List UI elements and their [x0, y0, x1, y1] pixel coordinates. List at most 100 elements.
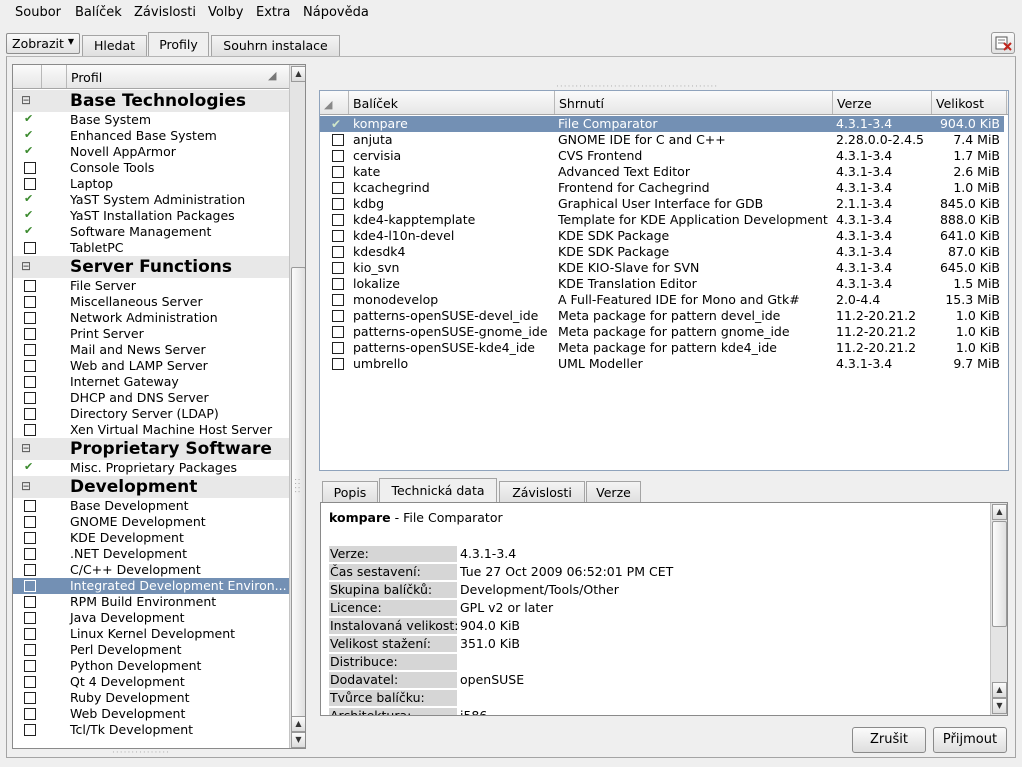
package-row[interactable]: monodevelop A Full-Featured IDE for Mono … — [320, 292, 1004, 308]
pattern-row[interactable]: Print Server — [13, 326, 289, 342]
pattern-checkbox[interactable] — [24, 628, 36, 640]
menu-balicek[interactable]: Balíček — [75, 5, 122, 20]
pattern-row[interactable]: File Server — [13, 278, 289, 294]
package-checkbox[interactable] — [332, 134, 344, 146]
installed-check-icon[interactable]: ✔ — [24, 128, 37, 142]
package-checkbox[interactable] — [332, 246, 344, 258]
pattern-row[interactable]: ✔ Base System — [13, 112, 289, 128]
pattern-row[interactable]: ✔ YaST System Administration — [13, 192, 289, 208]
pattern-checkbox[interactable] — [24, 376, 36, 388]
pattern-checkbox[interactable] — [24, 676, 36, 688]
package-checkbox[interactable] — [332, 198, 344, 210]
pattern-checkbox[interactable] — [24, 360, 36, 372]
pattern-row[interactable]: ✔ Novell AppArmor — [13, 144, 289, 160]
pattern-row[interactable]: Qt 4 Development — [13, 674, 289, 690]
package-checkbox[interactable] — [332, 310, 344, 322]
pattern-checkbox[interactable] — [24, 692, 36, 704]
pattern-checkbox[interactable] — [24, 162, 36, 174]
pattern-row[interactable]: GNOME Development — [13, 514, 289, 530]
pattern-row[interactable]: Perl Development — [13, 642, 289, 658]
pattern-checkbox[interactable] — [24, 242, 36, 254]
pattern-row[interactable]: Miscellaneous Server — [13, 294, 289, 310]
collapse-icon[interactable]: ⊟ — [21, 441, 31, 455]
pattern-row[interactable]: Ruby Development — [13, 690, 289, 706]
pattern-checkbox[interactable] — [24, 580, 36, 592]
cancel-button[interactable]: Zrušit — [852, 727, 926, 753]
package-row[interactable]: patterns-openSUSE-gnome_ide Meta package … — [320, 324, 1004, 340]
package-row[interactable]: kcachegrind Frontend for Cachegrind 4.3.1-… — [320, 180, 1004, 196]
tab-versions[interactable]: Verze — [586, 481, 641, 502]
tab-search[interactable]: Hledat — [82, 35, 147, 56]
pattern-checkbox[interactable] — [24, 708, 36, 720]
pattern-list-scrollbar[interactable]: ▲ ▲ ▼ — [289, 65, 305, 748]
pattern-row[interactable]: Mail and News Server — [13, 342, 289, 358]
pattern-row[interactable]: Network Administration — [13, 310, 289, 326]
scroll-up-icon[interactable]: ▲ — [992, 504, 1007, 520]
pattern-row[interactable]: Laptop — [13, 176, 289, 192]
package-checkbox[interactable] — [332, 150, 344, 162]
close-tab-button[interactable] — [991, 32, 1015, 54]
pattern-checkbox[interactable] — [24, 312, 36, 324]
pattern-checkbox[interactable] — [24, 344, 36, 356]
installed-check-icon[interactable]: ✔ — [24, 224, 37, 238]
installed-check-icon[interactable]: ✔ — [24, 192, 37, 206]
header-summary-column[interactable]: Shrnutí — [555, 91, 833, 114]
installed-check-icon[interactable]: ✔ — [331, 116, 341, 132]
splitter-grip[interactable]: :::: — [292, 478, 302, 494]
header-status-column[interactable] — [13, 65, 42, 88]
header-version-column[interactable]: Verze — [833, 91, 932, 114]
package-row[interactable]: kio_svn KDE KIO-Slave for SVN 4.3.1-3.4 645… — [320, 260, 1004, 276]
package-checkbox[interactable] — [332, 230, 344, 242]
package-checkbox[interactable] — [332, 326, 344, 338]
pattern-row[interactable]: Directory Server (LDAP) — [13, 406, 289, 422]
pattern-row[interactable]: Internet Gateway — [13, 374, 289, 390]
pattern-row[interactable]: C/C++ Development — [13, 562, 289, 578]
pattern-row[interactable]: Python Development — [13, 658, 289, 674]
pattern-row[interactable]: .NET Development — [13, 546, 289, 562]
package-checkbox[interactable] — [332, 262, 344, 274]
pattern-row[interactable]: TabletPC — [13, 240, 289, 256]
package-row[interactable]: kdbg Graphical User Interface for GDB 2.1.… — [320, 196, 1004, 212]
installed-check-icon[interactable]: ✔ — [24, 144, 37, 158]
menu-zavislosti[interactable]: Závislosti — [134, 5, 196, 20]
menu-napoveda[interactable]: Nápověda — [303, 5, 369, 20]
pattern-row[interactable]: Base Development — [13, 498, 289, 514]
package-row[interactable]: anjuta GNOME IDE for C and C++ 2.28.0.0-2.… — [320, 132, 1004, 148]
package-row[interactable]: kate Advanced Text Editor 4.3.1-3.4 2.6 MiB — [320, 164, 1004, 180]
package-row[interactable]: lokalize KDE Translation Editor 4.3.1-3.4 1… — [320, 276, 1004, 292]
package-row[interactable]: umbrello UML Modeller 4.3.1-3.4 9.7 MiB — [320, 356, 1004, 372]
tab-dependencies[interactable]: Závislosti — [499, 481, 585, 502]
pattern-checkbox[interactable] — [24, 408, 36, 420]
package-checkbox[interactable] — [332, 342, 344, 354]
header-package-column[interactable]: Balíček — [349, 91, 555, 114]
scroll-up-icon[interactable]: ▲ — [291, 66, 305, 82]
package-checkbox[interactable] — [332, 214, 344, 226]
pattern-checkbox[interactable] — [24, 724, 36, 736]
pattern-row[interactable]: Web Development — [13, 706, 289, 722]
pattern-checkbox[interactable] — [24, 612, 36, 624]
pattern-checkbox[interactable] — [24, 516, 36, 528]
package-checkbox[interactable] — [332, 294, 344, 306]
header-status-column[interactable]: ◢ — [320, 91, 349, 114]
pattern-checkbox[interactable] — [24, 280, 36, 292]
package-row[interactable]: cervisia CVS Frontend 4.3.1-3.4 1.7 MiB — [320, 148, 1004, 164]
pattern-checkbox[interactable] — [24, 596, 36, 608]
package-row[interactable]: kde4-kapptemplate Template for KDE Applic… — [320, 212, 1004, 228]
scroll-down-icon[interactable]: ▼ — [992, 698, 1007, 714]
menu-soubor[interactable]: Soubor — [15, 5, 61, 20]
pattern-row[interactable]: ✔ YaST Installation Packages — [13, 208, 289, 224]
pattern-checkbox[interactable] — [24, 548, 36, 560]
pattern-row[interactable]: KDE Development — [13, 530, 289, 546]
scroll-up-icon[interactable]: ▲ — [992, 682, 1007, 698]
header-size-column[interactable]: Velikost — [932, 91, 1007, 114]
package-row[interactable]: patterns-openSUSE-kde4_ide Meta package f… — [320, 340, 1004, 356]
package-row[interactable]: ✔ kompare File Comparator 4.3.1-3.4 904.0 Ki… — [320, 116, 1004, 132]
header-pattern-column[interactable]: Profil — [71, 70, 102, 85]
pattern-checkbox[interactable] — [24, 644, 36, 656]
collapse-icon[interactable]: ⊟ — [21, 259, 31, 273]
pattern-checkbox[interactable] — [24, 564, 36, 576]
pattern-row[interactable]: Console Tools — [13, 160, 289, 176]
scrollbar-thumb[interactable] — [291, 267, 305, 728]
menu-volby[interactable]: Volby — [208, 5, 243, 20]
collapse-icon[interactable]: ⊟ — [21, 479, 31, 493]
